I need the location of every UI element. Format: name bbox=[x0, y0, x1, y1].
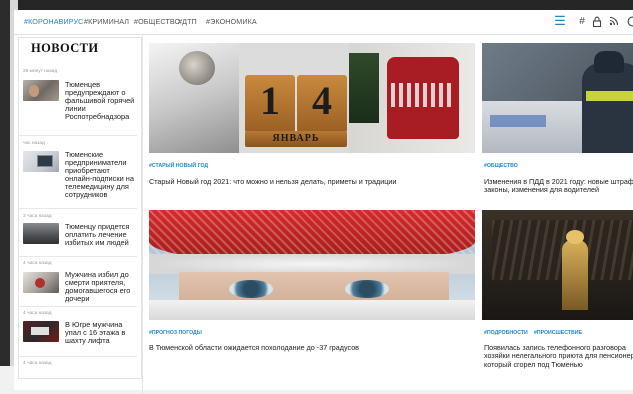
news-time: 29 минут назад bbox=[23, 69, 58, 74]
news-time: 3 часа назад bbox=[23, 214, 52, 219]
news-time: час назад bbox=[23, 141, 45, 146]
lock-icon[interactable] bbox=[591, 14, 603, 28]
article-image-weather[interactable] bbox=[149, 210, 475, 320]
search-icon[interactable] bbox=[626, 14, 633, 28]
divider bbox=[19, 208, 137, 209]
article-image-old-new-year[interactable]: 1 4 ЯНВАРЬ bbox=[149, 43, 475, 153]
divider bbox=[19, 356, 137, 357]
divider bbox=[19, 306, 137, 307]
top-tag-bar: #КОРОНАВИРУС #КРИМИНАЛ #ОБЩЕСТВО #ДТП #Э… bbox=[14, 10, 633, 35]
news-time: 4 часа назад bbox=[23, 261, 52, 266]
calendar-digit: 4 bbox=[312, 78, 332, 123]
news-thumbnail bbox=[23, 151, 59, 172]
article-image-traffic-police[interactable] bbox=[482, 43, 633, 153]
sidebar-news-item[interactable]: 3 часа назад Тюменцу придется оплатить л… bbox=[23, 214, 139, 247]
news-thumbnail bbox=[23, 80, 59, 101]
divider bbox=[19, 135, 137, 136]
sidebar-title: НОВОСТИ bbox=[31, 41, 99, 55]
menu-icon[interactable]: ☰ bbox=[554, 13, 566, 28]
tag-crime[interactable]: #КРИМИНАЛ bbox=[84, 17, 129, 26]
tag-society[interactable]: #ОБЩЕСТВО bbox=[134, 17, 180, 26]
article-tag[interactable]: #ПРОИСШЕСТВИЕ bbox=[534, 330, 582, 336]
news-headline[interactable]: Тюменцу придется оплатить лечение избиты… bbox=[65, 223, 137, 247]
news-thumbnail bbox=[23, 321, 59, 342]
article-title[interactable]: Изменения в ПДД в 2021 году: новые штраф… bbox=[484, 177, 633, 195]
sidebar-news-item[interactable]: 29 минут назад Тюменцев предупреждают о … bbox=[23, 69, 139, 121]
column-divider bbox=[142, 34, 143, 394]
rss-icon[interactable] bbox=[608, 14, 620, 28]
tag-economy[interactable]: #ЭКОНОМИКА bbox=[206, 17, 257, 26]
news-thumbnail bbox=[23, 272, 59, 293]
article-title[interactable]: Появилась запись телефонного разговора х… bbox=[484, 343, 633, 369]
news-headline[interactable]: В Югре мужчина упал с 16 этажа в шахту л… bbox=[65, 321, 137, 345]
article-tag[interactable]: #ПОДРОБНОСТИ bbox=[484, 330, 528, 336]
article-tag[interactable]: #СТАРЫЙ НОВЫЙ ГОД bbox=[149, 163, 208, 169]
calendar-caption: ЯНВАРЬ bbox=[272, 133, 320, 144]
news-page: #КОРОНАВИРУС #КРИМИНАЛ #ОБЩЕСТВО #ДТП #Э… bbox=[14, 10, 633, 394]
news-thumbnail bbox=[23, 223, 59, 244]
sidebar-news-item[interactable]: 4 часа назад bbox=[23, 361, 139, 366]
news-sidebar: НОВОСТИ 29 минут назад Тюменцев предупре… bbox=[18, 37, 142, 379]
news-headline-text: Тюменские предприниматели приобретают он… bbox=[65, 150, 134, 199]
news-headline[interactable]: Тюменские предприниматели приобретают он… bbox=[65, 151, 137, 199]
news-headline[interactable]: Тюменцев предупреждают о фальшивой горяч… bbox=[65, 81, 137, 121]
article-image-fire[interactable] bbox=[482, 210, 633, 320]
sidebar-news-item[interactable]: 4 часа назад Мужчина избил до смерти при… bbox=[23, 261, 139, 303]
article-tag[interactable]: #ОБЩЕСТВО bbox=[484, 163, 518, 169]
sidebar-news-item[interactable]: час назад Тюменские предприниматели прио… bbox=[23, 141, 139, 199]
sidebar-news-item[interactable]: 4 часа назад В Югре мужчина упал с 16 эт… bbox=[23, 311, 139, 345]
news-time: 4 часа назад bbox=[23, 311, 52, 316]
hash-icon[interactable]: # bbox=[576, 14, 588, 28]
tag-coronavirus[interactable]: #КОРОНАВИРУС bbox=[24, 17, 83, 26]
article-title[interactable]: В Тюменской области ожидается похолодани… bbox=[149, 343, 479, 352]
calendar-digit: 1 bbox=[260, 78, 280, 123]
article-title[interactable]: Старый Новый год 2021: что можно и нельз… bbox=[149, 177, 479, 186]
news-headline[interactable]: Мужчина избил до смерти приятеля, домога… bbox=[65, 271, 139, 303]
article-tag[interactable]: #ПРОГНОЗ ПОГОДЫ bbox=[149, 330, 202, 336]
divider bbox=[19, 256, 137, 257]
news-time: 4 часа назад bbox=[23, 361, 52, 366]
tag-dtp[interactable]: #ДТП bbox=[178, 17, 197, 26]
